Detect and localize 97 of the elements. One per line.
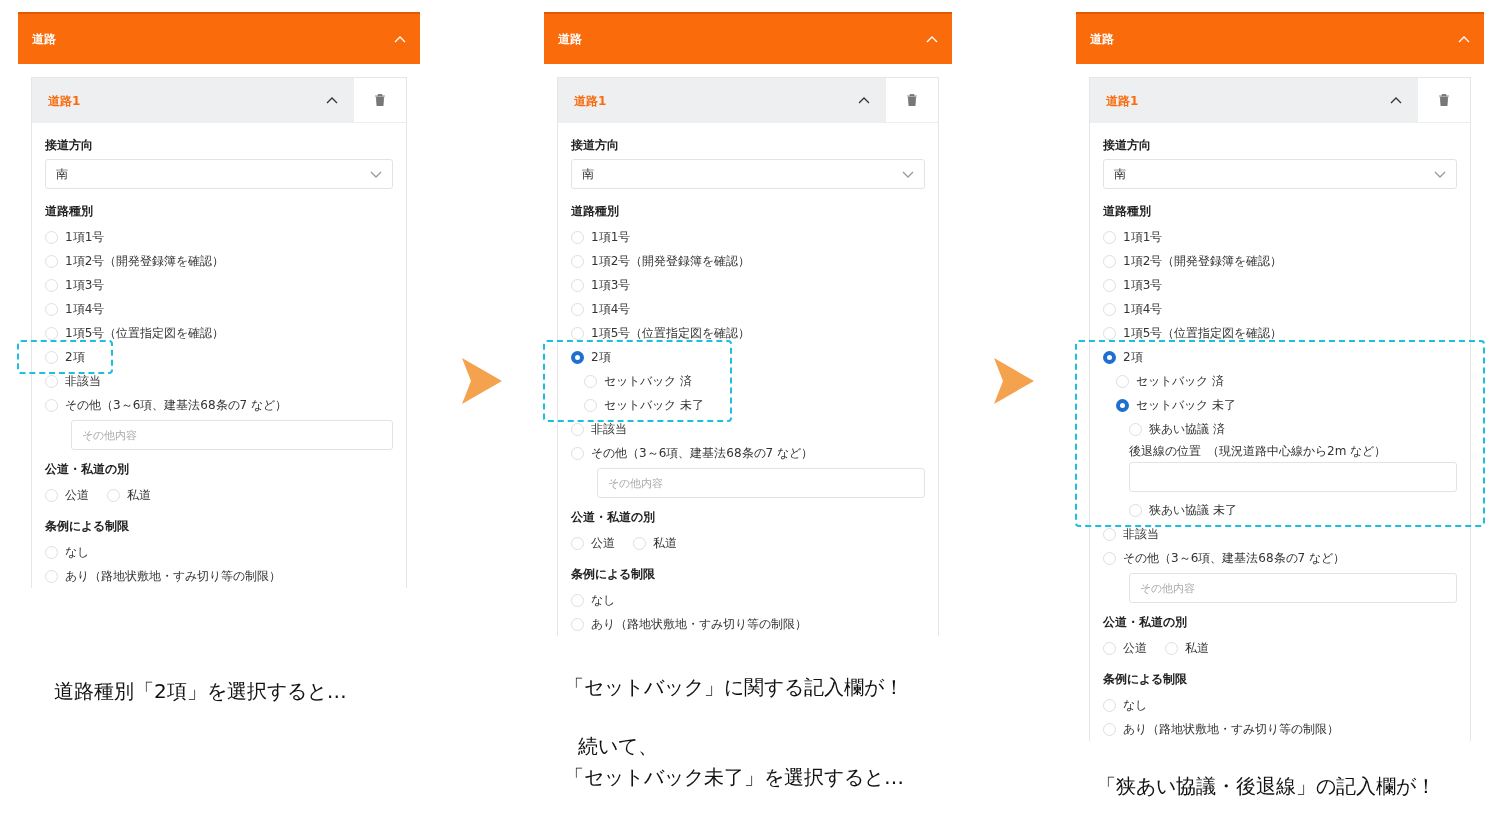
option-label: 1項5号（位置指定図を確認） (591, 325, 751, 342)
radio-button[interactable] (571, 350, 584, 364)
field-label: 接道方向 (1103, 137, 1152, 153)
option-label: その他（3～6項、建基法68条の7 など） (591, 445, 813, 462)
item-header[interactable]: 道路1 (32, 78, 354, 123)
option-label: 非該当 (1123, 526, 1159, 543)
caret-icon[interactable] (370, 170, 382, 178)
section-title: 道路 (1090, 31, 1114, 48)
option-label: 1項3号 (65, 277, 105, 294)
option-label: 1項1号 (591, 229, 631, 246)
field-label: 道路種別 (571, 203, 620, 219)
option-label: 私道 (653, 535, 677, 552)
input-field[interactable]: その他内容 (71, 420, 393, 450)
option-label: あり（路地状敷地・すみ切り等の制限） (591, 616, 807, 633)
option-label: 公道 (65, 487, 89, 504)
option-label: 1項2号（開発登録簿を確認） (1123, 253, 1283, 270)
option-label: 1項1号 (1123, 229, 1163, 246)
option-label: あり（路地状敷地・すみ切り等の制限） (65, 568, 281, 585)
item-header[interactable]: 道路1 (1090, 78, 1418, 123)
option-label: 1項4号 (591, 301, 631, 318)
option-label: その他（3～6項、建基法68条の7 など） (65, 397, 287, 414)
caption-text: 道路種別「2項」を選択すると… (54, 678, 348, 705)
section-header[interactable]: 道路 (544, 12, 952, 64)
radio-button[interactable] (1103, 350, 1116, 364)
field-label: 道路種別 (45, 203, 94, 219)
field-label: 条例による制限 (571, 566, 656, 582)
select-value: 南 (1114, 166, 1126, 183)
field-label: 後退線の位置 (1129, 444, 1201, 458)
caption-text: 「セットバック」に関する記入欄が！ (564, 674, 905, 701)
option-label: 狭あい協議 未了 (1149, 502, 1237, 519)
collapse-icon[interactable] (326, 97, 338, 104)
option-label: 1項4号 (1123, 301, 1163, 318)
section-title: 道路 (32, 31, 56, 48)
arrow-icon (994, 358, 1034, 404)
option-label: なし (591, 592, 615, 609)
option-label: 私道 (1185, 640, 1209, 657)
field-hint: （現況道路中心線から2m など） (1207, 444, 1387, 458)
field-label: 道路種別 (1103, 203, 1152, 219)
option-label: 1項5号（位置指定図を確認） (1123, 325, 1283, 342)
option-label: なし (65, 544, 89, 561)
input-field[interactable] (1129, 462, 1457, 492)
field-label: 公道・私道の別 (571, 509, 656, 525)
option-label: 非該当 (591, 421, 627, 438)
caption-text: 「セットバック未了」を選択すると… (564, 764, 905, 791)
option-label: その他（3～6項、建基法68条の7 など） (1123, 550, 1345, 567)
option-label: 2項 (591, 349, 611, 366)
option-label: 私道 (127, 487, 151, 504)
option-label: セットバック 未了 (1136, 397, 1236, 414)
item-title: 道路1 (574, 92, 607, 110)
section-header[interactable]: 道路 (18, 12, 420, 64)
field-label: 接道方向 (45, 137, 94, 153)
select-value: 南 (582, 166, 594, 183)
option-label: 1項2号（開発登録簿を確認） (65, 253, 225, 270)
option-label: なし (1123, 697, 1147, 714)
collapse-icon[interactable] (1390, 97, 1402, 104)
trash-icon (375, 94, 385, 106)
option-label: 2項 (1123, 349, 1143, 366)
item-title: 道路1 (48, 92, 81, 110)
caret-icon[interactable] (902, 170, 914, 178)
arrow-icon (462, 358, 502, 404)
caret-icon[interactable] (1434, 170, 1446, 178)
select-field[interactable]: 南 (571, 159, 925, 189)
field-label: 条例による制限 (1103, 671, 1188, 687)
option-label: セットバック 済 (1136, 373, 1224, 390)
item-title: 道路1 (1106, 92, 1139, 110)
option-label: あり（路地状敷地・すみ切り等の制限） (1123, 721, 1339, 738)
option-label: セットバック 未了 (604, 397, 704, 414)
trash-icon (1439, 94, 1449, 106)
option-label: 公道 (591, 535, 615, 552)
field-label: 条例による制限 (45, 518, 130, 534)
field-label: 接道方向 (571, 137, 620, 153)
item-header[interactable]: 道路1 (558, 78, 886, 123)
select-field[interactable]: 南 (1103, 159, 1457, 189)
option-label: 狭あい協議 済 (1149, 421, 1225, 438)
radio-button[interactable] (1116, 398, 1129, 412)
caption-text: 続いて、 (577, 733, 659, 760)
trash-icon (907, 94, 917, 106)
section-header[interactable]: 道路 (1076, 12, 1484, 64)
input-field[interactable]: その他内容 (1129, 573, 1457, 603)
input-field[interactable]: その他内容 (597, 468, 925, 498)
collapse-icon[interactable] (858, 97, 870, 104)
caption-text: 「狭あい協議・後退線」の記入欄が！ (1096, 773, 1437, 800)
option-label: 1項1号 (65, 229, 105, 246)
option-label: 1項2号（開発登録簿を確認） (591, 253, 751, 270)
select-value: 南 (56, 166, 68, 183)
option-label: 2項 (65, 349, 85, 366)
field-label: 公道・私道の別 (1103, 614, 1188, 630)
option-label: セットバック 済 (604, 373, 692, 390)
section-title: 道路 (558, 31, 582, 48)
option-label: 1項3号 (1123, 277, 1163, 294)
option-label: 1項3号 (591, 277, 631, 294)
option-label: 1項4号 (65, 301, 105, 318)
field-label: 公道・私道の別 (45, 461, 130, 477)
option-label: 公道 (1123, 640, 1147, 657)
select-field[interactable]: 南 (45, 159, 393, 189)
option-label: 非該当 (65, 373, 101, 390)
option-label: 1項5号（位置指定図を確認） (65, 325, 225, 342)
